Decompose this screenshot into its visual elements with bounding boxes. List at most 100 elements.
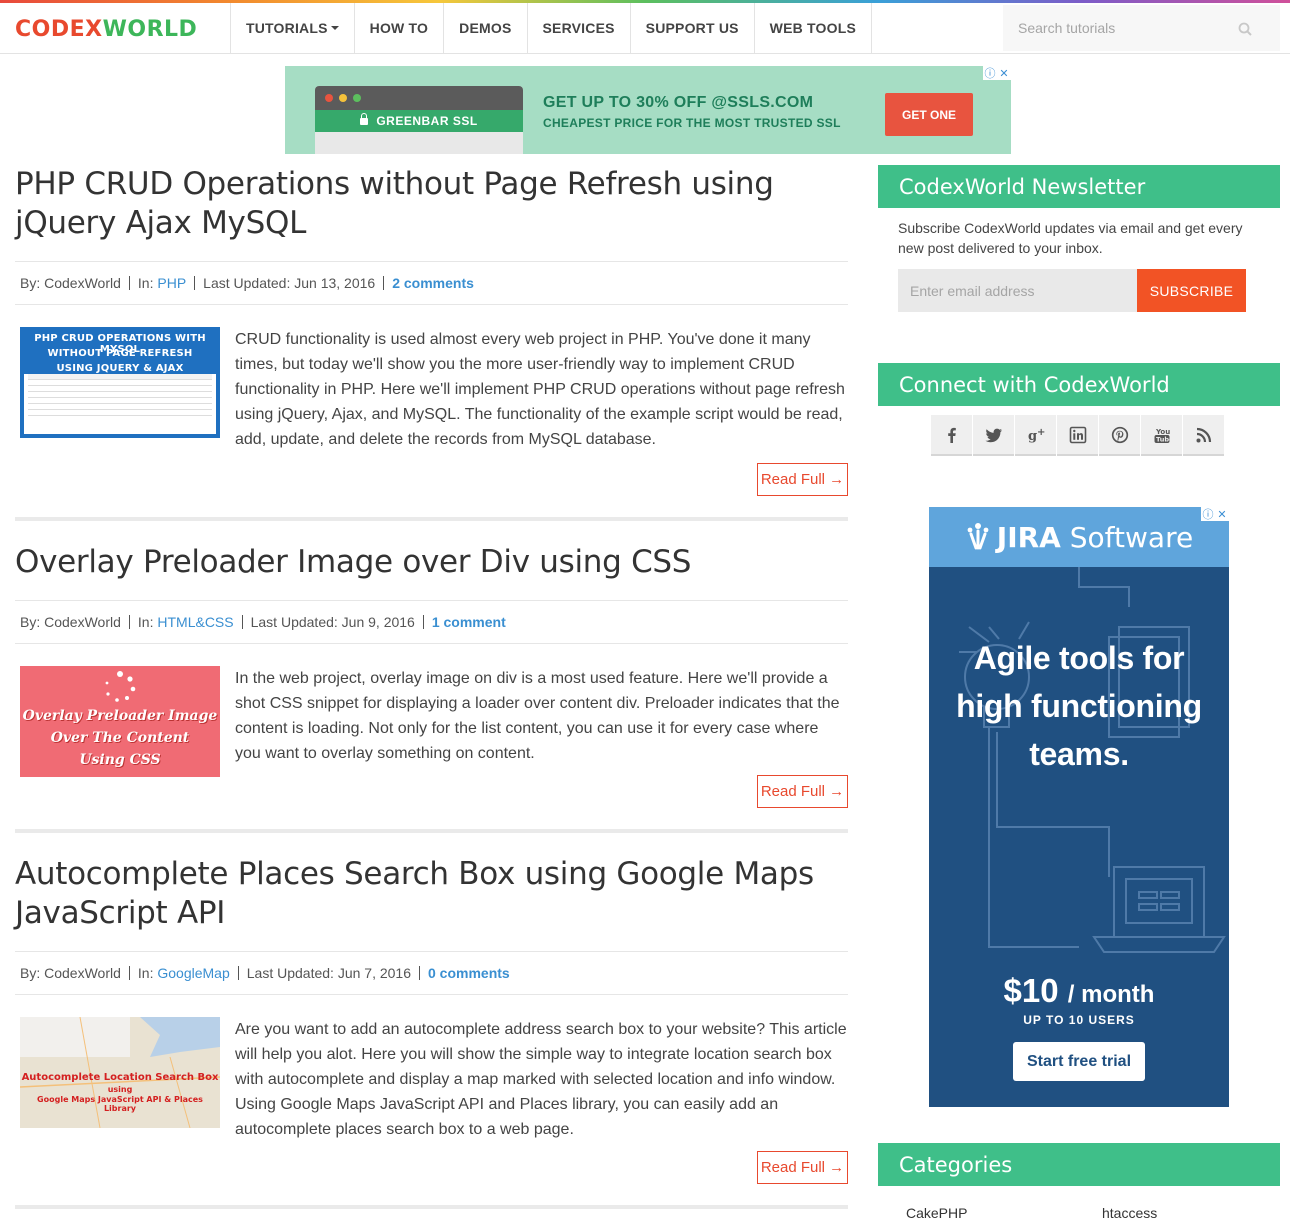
twitter-icon[interactable]: [973, 415, 1014, 456]
read-full-button[interactable]: Read Full →: [757, 775, 848, 808]
jira-price-amount: $10: [1003, 972, 1059, 1009]
nav-tutorials-label: TUTORIALS: [246, 20, 328, 36]
post-divider: [15, 829, 848, 833]
read-full-button[interactable]: Read Full →: [757, 1151, 848, 1184]
post-author: By: CodexWorld: [20, 614, 121, 630]
svg-text:Tube: Tube: [1156, 435, 1171, 443]
svg-text:g: g: [1028, 429, 1037, 444]
post-updated: Last Updated: Jun 7, 2016: [246, 965, 411, 981]
adchoices-info-icon[interactable]: ⓘ: [1201, 507, 1215, 521]
top-banner-ad[interactable]: GREENBAR SSL GET UP TO 30% OFF @SSLS.COM…: [285, 66, 1011, 154]
nav-support-us[interactable]: SUPPORT US: [631, 3, 755, 53]
meta-separator: [422, 615, 424, 629]
main-nav: TUTORIALS HOW TO DEMOS SERVICES SUPPORT …: [230, 3, 872, 53]
ad-choices[interactable]: ⓘ ✕: [1201, 507, 1229, 521]
nav-web-tools[interactable]: WEB TOOLS: [755, 3, 872, 53]
search-icon[interactable]: [1238, 22, 1252, 36]
jira-users: UP TO 10 USERS: [1023, 1013, 1135, 1027]
post-thumbnail[interactable]: Autocomplete Location Search Box using G…: [20, 1017, 220, 1128]
newsletter-heading: CodexWorld Newsletter: [878, 165, 1280, 208]
post-author: By: CodexWorld: [20, 275, 121, 291]
thumb-text: Over The Content: [50, 730, 190, 746]
rss-icon[interactable]: [1183, 415, 1224, 456]
jira-price: $10 / month: [929, 972, 1229, 1010]
subscribe-button[interactable]: SUBSCRIBE: [1137, 269, 1246, 312]
jira-logo-icon: [967, 523, 989, 550]
nav-demos[interactable]: DEMOS: [444, 3, 528, 53]
post-divider: [15, 1205, 848, 1209]
post-category-link[interactable]: PHP: [157, 275, 186, 291]
read-full-button[interactable]: Read Full →: [757, 463, 848, 496]
post-thumbnail[interactable]: PHP CRUD OPERATIONS WITH MYSQL WITHOUT P…: [20, 327, 220, 438]
post-title[interactable]: Autocomplete Places Search Box using Goo…: [15, 855, 848, 933]
ad-close-icon[interactable]: ✕: [1215, 507, 1229, 521]
adchoices-info-icon[interactable]: ⓘ: [983, 66, 997, 80]
site-logo[interactable]: CODEXWORLD: [15, 18, 197, 42]
post-body: PHP CRUD OPERATIONS WITH MYSQL WITHOUT P…: [15, 305, 848, 452]
social-links: g+ YouTube: [931, 415, 1225, 456]
thumb-text: Autocomplete Location Search Box: [21, 1072, 219, 1083]
ad-choices[interactable]: ⓘ ✕: [983, 66, 1011, 80]
ad-get-one-button[interactable]: GET ONE: [885, 93, 973, 136]
google-plus-icon[interactable]: g +: [1015, 415, 1056, 456]
browser-dot-green: [353, 94, 361, 102]
thumb-text: USING JQUERY & AJAX: [56, 363, 184, 374]
post-divider: [15, 517, 848, 521]
logo-part-2: WORLD: [102, 17, 198, 42]
meta-separator: [419, 966, 420, 980]
logo-part-1: CODEX: [15, 17, 103, 42]
meta-separator: [194, 276, 196, 290]
nav-services[interactable]: SERVICES: [528, 3, 631, 53]
post-author: By: CodexWorld: [20, 965, 121, 981]
search-box: [1003, 5, 1280, 51]
email-field[interactable]: [898, 269, 1137, 312]
post-title[interactable]: PHP CRUD Operations without Page Refresh…: [15, 165, 848, 243]
lock-icon: [360, 112, 369, 125]
meta-separator: [128, 276, 130, 290]
loader-dots-icon: [105, 671, 136, 702]
post-meta: By: CodexWorld In: PHP Last Updated: Jun…: [15, 261, 848, 305]
post-excerpt: Are you want to add an autocomplete addr…: [235, 1021, 847, 1138]
post-category-link[interactable]: HTML&CSS: [157, 614, 233, 630]
caret-down-icon: [330, 26, 339, 30]
post-in-label: In:: [137, 614, 154, 630]
nav-tutorials[interactable]: TUTORIALS: [231, 3, 355, 53]
meta-separator: [383, 276, 385, 290]
start-free-trial-button[interactable]: Start free trial: [1013, 1042, 1145, 1081]
jira-headline-line-1: Agile tools for: [973, 640, 1185, 676]
search-input[interactable]: [1003, 5, 1233, 51]
meta-separator: [237, 966, 239, 980]
pinterest-icon[interactable]: [1099, 415, 1140, 456]
youtube-icon[interactable]: YouTube: [1141, 415, 1182, 456]
post-category-link[interactable]: GoogleMap: [157, 965, 229, 981]
category-link-htaccess[interactable]: htaccess: [1102, 1205, 1157, 1221]
jira-sidebar-ad[interactable]: JIRA Software Agile tools for high funct…: [929, 507, 1229, 1107]
ad-close-icon[interactable]: ✕: [997, 66, 1011, 80]
jira-brand-bar: JIRA Software: [929, 507, 1229, 567]
jira-price-unit: / month: [1067, 981, 1155, 1008]
thumb-text: Overlay Preloader Image: [22, 708, 218, 724]
post-body: Autocomplete Location Search Box using G…: [15, 995, 848, 1142]
jira-headline-line-3: teams.: [1029, 736, 1129, 772]
post-thumbnail[interactable]: Overlay Preloader Image Over The Content…: [20, 666, 220, 777]
post-comments-link[interactable]: 0 comments: [428, 965, 510, 981]
thumb-text: Google Maps JavaScript API & Places Libr…: [37, 1095, 203, 1113]
nav-support-us-label: SUPPORT US: [645, 20, 739, 36]
badge-label: GREENBAR SSL: [376, 114, 478, 128]
post-title[interactable]: Overlay Preloader Image over Div using C…: [15, 543, 848, 582]
jira-headline-line-2: high functioning: [956, 688, 1202, 724]
post-meta: By: CodexWorld In: GoogleMap Last Update…: [15, 951, 848, 995]
linkedin-icon[interactable]: [1057, 415, 1098, 456]
nav-how-to[interactable]: HOW TO: [355, 3, 445, 53]
post-comments-link[interactable]: 1 comment: [432, 614, 506, 630]
ad-browser-illustration: GREENBAR SSL: [315, 86, 523, 154]
facebook-icon[interactable]: [931, 415, 972, 456]
category-link-cakephp[interactable]: CakePHP: [906, 1205, 967, 1221]
post-updated: Last Updated: Jun 9, 2016: [250, 614, 415, 630]
post-excerpt: In the web project, overlay image on div…: [235, 670, 840, 762]
post-comments-link[interactable]: 2 comments: [392, 275, 474, 291]
thumb-text: WITHOUT PAGE REFRESH: [47, 348, 193, 359]
post-in-label: In:: [137, 275, 154, 291]
post-item: PHP CRUD Operations without Page Refresh…: [15, 165, 848, 521]
jira-headline: Agile tools for high functioning teams.: [929, 634, 1229, 778]
